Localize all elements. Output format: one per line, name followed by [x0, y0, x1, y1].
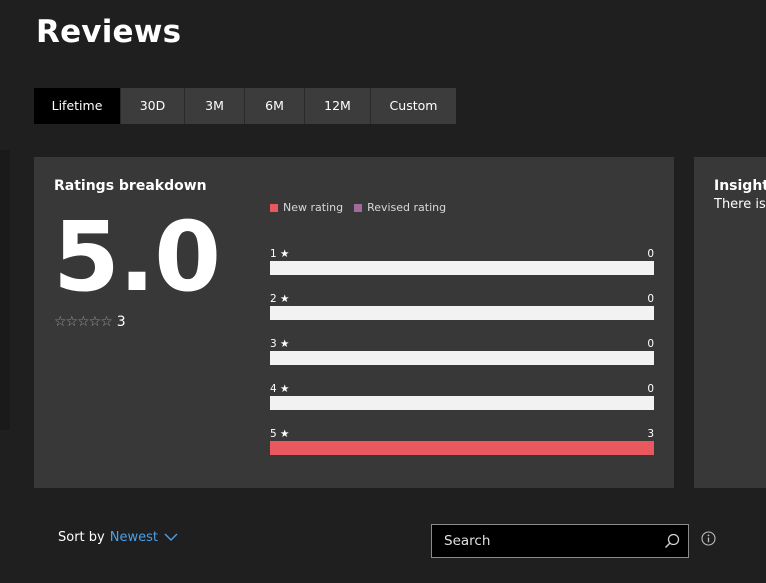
bar-label: 3 ★ — [270, 338, 290, 350]
tab-lifetime[interactable]: Lifetime — [34, 88, 121, 124]
search-icon[interactable] — [664, 533, 680, 549]
rating-stars-row: ☆☆☆☆☆ 3 — [54, 314, 126, 330]
insights-title: Insight — [714, 178, 766, 194]
bar-row-4-star: 4 ★ 0 — [270, 383, 654, 428]
bar-row-2-star: 2 ★ 0 — [270, 293, 654, 338]
ratings-breakdown-card: Ratings breakdown 5.0 ☆☆☆☆☆ 3 New rating… — [34, 157, 674, 488]
bar-label: 5 ★ — [270, 428, 290, 440]
rating-stars-icon: ☆☆☆☆☆ — [54, 314, 113, 330]
info-icon[interactable] — [701, 531, 716, 546]
rating-count: 3 — [116, 314, 126, 330]
tab-12m[interactable]: 12M — [305, 88, 371, 124]
tab-custom[interactable]: Custom — [371, 88, 456, 124]
tab-6m[interactable]: 6M — [245, 88, 305, 124]
bar-track — [270, 396, 654, 410]
insights-text: There is — [714, 197, 766, 212]
sort-label: Sort by — [58, 530, 105, 545]
bar-row-5-star: 5 ★ 3 — [270, 428, 654, 473]
bar-count: 0 — [647, 383, 654, 395]
new-rating-swatch — [270, 203, 278, 212]
revised-rating-swatch — [354, 203, 363, 212]
bar-count: 0 — [647, 338, 654, 350]
bar-track — [270, 261, 654, 275]
bar-label: 2 ★ — [270, 293, 290, 305]
search-box — [431, 524, 689, 558]
page-title: Reviews — [36, 14, 182, 50]
ratings-legend: New rating Revised rating — [270, 201, 457, 214]
bar-fill — [270, 441, 654, 455]
average-rating: 5.0 — [53, 201, 221, 313]
bar-count: 0 — [647, 248, 654, 260]
tab-3m[interactable]: 3M — [185, 88, 245, 124]
search-input[interactable] — [432, 525, 654, 557]
bar-label: 1 ★ — [270, 248, 290, 260]
sort-control: Sort by Newest — [58, 530, 178, 545]
bar-row-1-star: 1 ★ 0 — [270, 248, 654, 293]
sort-value: Newest — [109, 530, 158, 545]
insights-card: Insight There is — [694, 157, 766, 488]
bar-track — [270, 306, 654, 320]
bar-track — [270, 441, 654, 455]
chevron-down-icon — [164, 533, 178, 541]
legend-revised-rating: Revised rating — [354, 201, 446, 214]
sort-dropdown[interactable]: Newest — [110, 530, 178, 545]
legend-revised-rating-label: Revised rating — [367, 201, 447, 214]
reviews-page: Reviews Lifetime 30D 3M 6M 12M Custom Ra… — [0, 0, 766, 583]
ratings-breakdown-title: Ratings breakdown — [54, 178, 207, 194]
legend-new-rating-label: New rating — [283, 201, 344, 214]
bar-track — [270, 351, 654, 365]
rating-bars: 1 ★ 0 2 ★ 0 3 ★ 0 4 ★ 0 5 ★ 3 — [270, 248, 654, 473]
time-range-tabs: Lifetime 30D 3M 6M 12M Custom — [34, 88, 456, 124]
bar-label: 4 ★ — [270, 383, 290, 395]
bar-row-3-star: 3 ★ 0 — [270, 338, 654, 383]
tab-30d[interactable]: 30D — [121, 88, 185, 124]
left-edge-panel — [0, 150, 10, 430]
bar-count: 3 — [647, 428, 654, 440]
legend-new-rating: New rating — [270, 201, 343, 214]
bar-count: 0 — [647, 293, 654, 305]
